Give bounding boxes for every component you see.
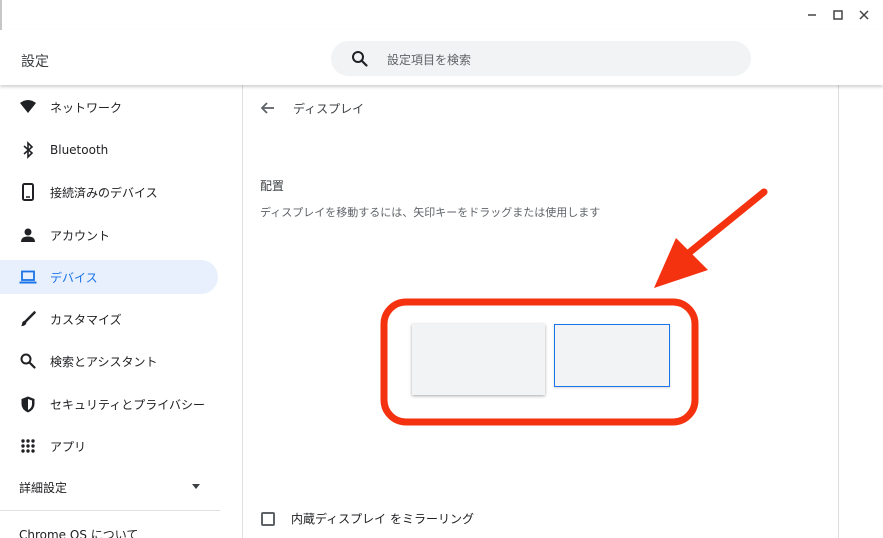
mirror-label: 内蔵ディスプレイ をミラーリング — [291, 512, 474, 526]
sidebar-item-label: 検索とアシスタント — [50, 354, 158, 369]
shield-icon — [18, 394, 38, 414]
search-icon — [18, 351, 38, 371]
caret-down-icon — [192, 484, 200, 489]
display-settings-card: ディスプレイ 配置 ディスプレイを移動するには、矢印キーをドラッグまたは使用しま… — [243, 85, 839, 538]
sidebar-item-label: カスタマイズ — [50, 312, 122, 327]
laptop-icon — [18, 267, 38, 287]
sidebar-item-network[interactable]: ネットワーク — [0, 90, 218, 124]
sidebar-item-personalization[interactable]: カスタマイズ — [0, 302, 218, 336]
settings-header: 設定 設定項目を検索 — [0, 30, 883, 85]
maximize-icon[interactable] — [825, 6, 851, 24]
sidebar-item-device[interactable]: デバイス — [0, 260, 218, 294]
sidebar-item-label: 接続済みのデバイス — [50, 185, 158, 200]
sidebar-item-apps[interactable]: アプリ — [0, 429, 218, 463]
advanced-settings-toggle[interactable]: 詳細設定 — [0, 472, 220, 500]
search-input[interactable]: 設定項目を検索 — [387, 51, 471, 68]
about-chrome-os-link[interactable]: Chrome OS について — [19, 526, 138, 538]
sidebar-item-label: ネットワーク — [50, 100, 123, 115]
arrangement-title: 配置 — [260, 179, 285, 193]
display-tile-secondary[interactable] — [554, 324, 670, 387]
person-icon — [18, 225, 38, 245]
minimize-icon[interactable] — [799, 6, 825, 24]
back-arrow-icon[interactable] — [258, 98, 278, 118]
display-tile-primary[interactable] — [412, 324, 545, 395]
sidebar-item-label: セキュリティとプライバシー — [50, 397, 206, 412]
search-icon — [351, 50, 369, 68]
sidebar-item-security-privacy[interactable]: セキュリティとプライバシー — [0, 387, 218, 421]
sidebar-item-search-assistant[interactable]: 検索とアシスタント — [0, 344, 218, 378]
mirror-option[interactable]: 内蔵ディスプレイ をミラーリング — [261, 510, 474, 527]
bluetooth-icon — [18, 140, 38, 160]
page-title: ディスプレイ — [293, 102, 365, 116]
sidebar-item-label: Bluetooth — [50, 143, 109, 157]
app-title: 設定 — [21, 54, 49, 70]
sidebar-item-connected-devices[interactable]: 接続済みのデバイス — [0, 175, 218, 209]
window-controls — [799, 6, 877, 24]
search-box[interactable]: 設定項目を検索 — [331, 41, 751, 76]
sidebar-item-label: アカウント — [50, 228, 111, 243]
sidebar-item-label: デバイス — [50, 270, 98, 285]
arrangement-description: ディスプレイを移動するには、矢印キーをドラッグまたは使用します — [260, 206, 601, 219]
brush-icon — [18, 309, 38, 329]
sidebar-divider — [0, 510, 220, 511]
close-icon[interactable] — [851, 6, 877, 24]
sidebar-item-accounts[interactable]: アカウント — [0, 218, 218, 252]
wifi-icon — [18, 97, 38, 117]
sidebar-item-label: アプリ — [50, 439, 87, 454]
mirror-checkbox[interactable] — [261, 511, 275, 526]
phone-icon — [18, 182, 38, 202]
sidebar-item-bluetooth[interactable]: Bluetooth — [0, 133, 218, 167]
apps-grid-icon — [18, 436, 38, 456]
advanced-settings-label: 詳細設定 — [19, 481, 68, 495]
sidebar: ネットワーク Bluetooth 接続済みのデバイス アカウント デバイス カス… — [0, 85, 243, 538]
